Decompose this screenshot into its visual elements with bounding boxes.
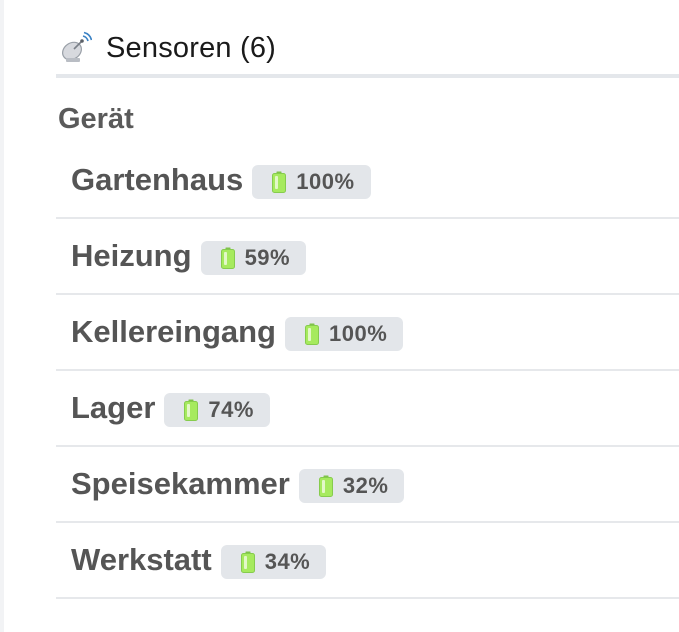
battery-icon	[240, 551, 255, 573]
battery-level: 100%	[329, 321, 388, 346]
section-header: Sensoren (6)	[56, 22, 679, 78]
sensor-name: Kellereingang	[71, 314, 276, 349]
battery-level: 34%	[264, 549, 311, 574]
sensor-list: Gartenhaus 100% Heizung 59% Kellereingan…	[56, 142, 679, 599]
sensor-row[interactable]: Kellereingang 100%	[56, 295, 679, 371]
sensor-name: Lager	[71, 390, 156, 425]
section-title: Sensoren (6)	[106, 31, 277, 64]
column-heading-device: Gerät	[58, 103, 134, 135]
sensor-row[interactable]: Heizung 59%	[56, 219, 679, 295]
battery-level: 74%	[208, 397, 254, 422]
battery-icon	[220, 247, 235, 269]
battery-badge: 100%	[252, 164, 371, 199]
battery-icon	[305, 323, 319, 345]
battery-level: 32%	[342, 473, 389, 498]
left-border	[0, 0, 4, 632]
battery-level: 59%	[244, 245, 291, 270]
sensor-row[interactable]: Lager 74%	[56, 371, 679, 447]
battery-badge: 32%	[298, 469, 405, 503]
sensor-row[interactable]: Gartenhaus 100%	[56, 142, 679, 219]
battery-badge: 74%	[164, 393, 270, 427]
battery-icon	[318, 475, 333, 497]
battery-badge: 100%	[285, 317, 404, 351]
sensor-row[interactable]: Speisekammer 32%	[56, 447, 679, 523]
battery-badge: 34%	[220, 545, 327, 579]
battery-level: 100%	[296, 168, 355, 194]
sensor-name: Heizung	[71, 238, 192, 273]
battery-icon	[184, 399, 199, 421]
sensor-row[interactable]: Werkstatt 34%	[56, 523, 679, 599]
battery-badge: 59%	[200, 241, 307, 275]
sensor-name: Speisekammer	[71, 466, 290, 501]
satellite-dish-icon	[60, 31, 92, 65]
sensor-name: Werkstatt	[71, 542, 212, 577]
sensor-name: Gartenhaus	[71, 161, 244, 197]
battery-icon	[272, 171, 287, 193]
